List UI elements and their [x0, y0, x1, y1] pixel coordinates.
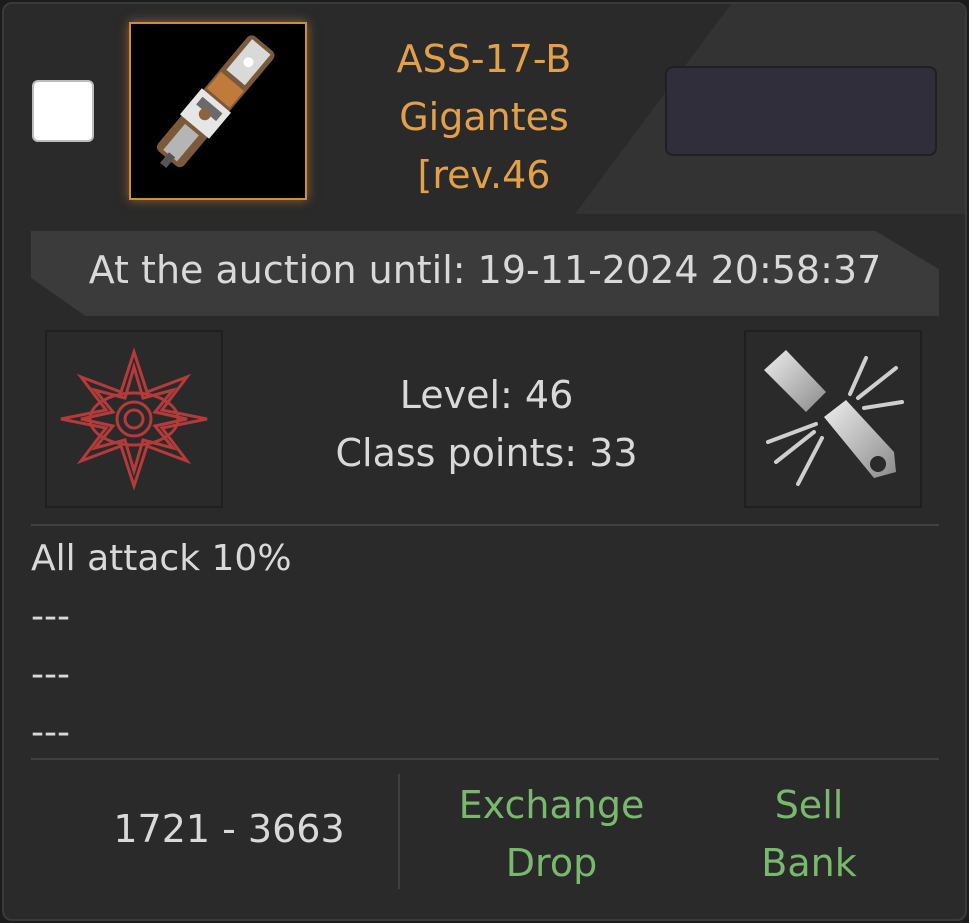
exchange-button[interactable]: Exchange — [444, 776, 659, 834]
attribute-line-3: --- — [31, 654, 70, 695]
vertical-divider — [398, 774, 400, 889]
divider — [31, 524, 939, 526]
action-column-1: Exchange Drop — [444, 776, 659, 892]
item-card: ASS-17-B Gigantes [rev.46 At the auction… — [2, 2, 967, 921]
sell-button[interactable]: Sell — [714, 776, 904, 834]
select-checkbox[interactable] — [32, 80, 94, 142]
red-spiked-eye-emblem-icon — [45, 330, 223, 508]
item-title-line-3: [rev.46 — [417, 153, 551, 197]
bank-button[interactable]: Bank — [714, 834, 904, 892]
divider — [31, 758, 939, 760]
action-column-2: Sell Bank — [714, 776, 904, 892]
auction-until-text: At the auction until: 19-11-2024 20:58:3… — [88, 248, 882, 292]
attribute-line-2: --- — [31, 596, 70, 637]
item-stats: Level: 46 Class points: 33 — [284, 366, 689, 482]
price-range: 1721 - 3663 — [113, 807, 345, 851]
item-title-line-2: Gigantes — [399, 95, 569, 139]
class-points-text: Class points: 33 — [335, 431, 638, 475]
broken-gun-icon — [744, 330, 922, 508]
attribute-line-4: --- — [31, 712, 70, 753]
weapon-gun-icon — [129, 22, 307, 200]
item-title: ASS-17-B Gigantes [rev.46 — [334, 30, 634, 204]
level-text: Level: 46 — [399, 373, 574, 417]
drop-button[interactable]: Drop — [444, 834, 659, 892]
attribute-list: All attack 10% --- --- --- — [31, 530, 292, 762]
attribute-line-1: All attack 10% — [31, 538, 292, 579]
item-title-line-1: ASS-17-B — [396, 37, 572, 81]
empty-slot-box — [665, 66, 937, 156]
